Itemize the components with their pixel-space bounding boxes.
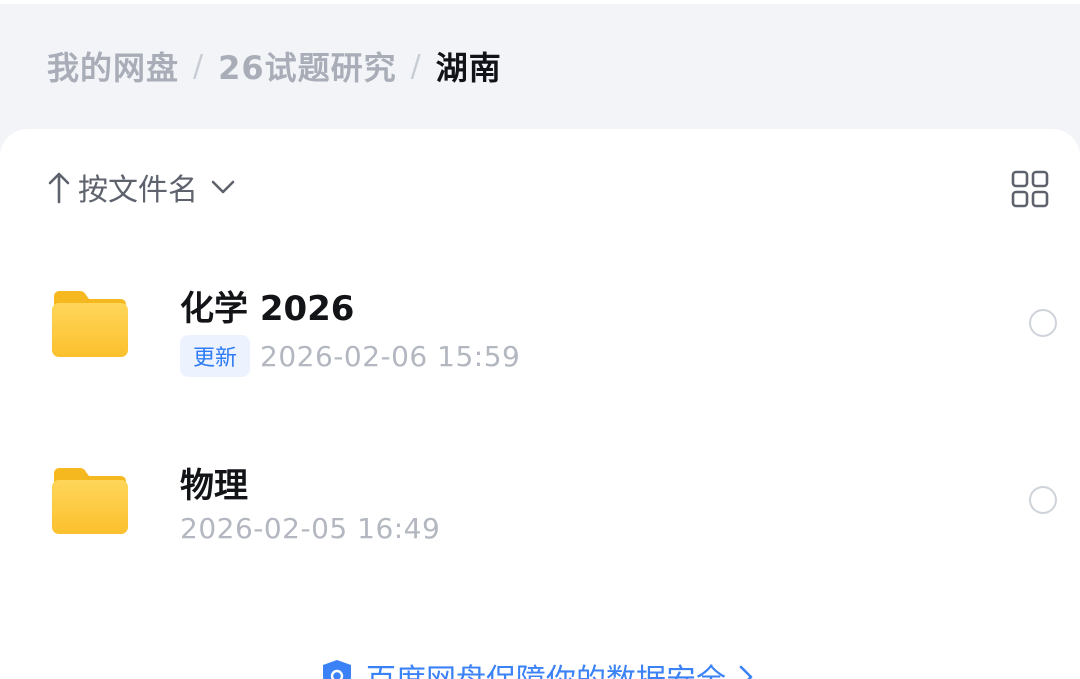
modified-timestamp: 2026-02-05 16:49 — [180, 512, 441, 545]
breadcrumb-current: 湖南 — [435, 49, 502, 87]
sort-dropdown[interactable]: 按文件名 — [46, 165, 236, 209]
chevron-down-icon — [211, 180, 235, 194]
file-row-physics[interactable]: 物理 2026-02-05 16:49 — [0, 446, 1080, 596]
file-meta: 更新 2026-02-06 15:59 — [180, 335, 520, 377]
data-security-link[interactable]: 百度网盘保障你的数据安全 — [320, 655, 756, 679]
breadcrumb-item-my-drive[interactable]: 我的网盘 — [47, 43, 179, 89]
file-meta: 2026-02-05 16:49 — [180, 512, 440, 545]
folder-icon — [52, 291, 128, 357]
sort-ascending-arrow-icon — [48, 172, 70, 204]
chevron-right-icon — [739, 665, 753, 679]
file-browser-page: 我的网盘 / 26试题研究 / 湖南 按文件名 化学 2026 更新 2026-… — [0, 0, 1080, 679]
select-radio-button[interactable] — [1029, 486, 1057, 514]
breadcrumb-item-exam-research[interactable]: 26试题研究 — [218, 43, 397, 89]
select-radio-button[interactable] — [1029, 309, 1057, 337]
folder-icon — [52, 468, 128, 534]
breadcrumb-separator: / — [193, 48, 205, 84]
grid-view-icon[interactable] — [1010, 169, 1050, 209]
sort-label: 按文件名 — [78, 173, 198, 208]
updated-badge: 更新 — [180, 335, 251, 377]
breadcrumb: 我的网盘 / 26试题研究 / 湖南 — [47, 44, 502, 88]
shield-icon — [323, 660, 351, 679]
breadcrumb-separator: / — [410, 48, 422, 84]
security-label: 百度网盘保障你的数据安全 — [366, 655, 726, 679]
top-strip — [0, 0, 1080, 4]
modified-timestamp: 2026-02-06 15:59 — [260, 339, 521, 373]
file-list-panel: 按文件名 化学 2026 更新 2026-02-06 15:59 物理 2026… — [0, 129, 1080, 679]
folder-name: 化学 2026 — [180, 289, 355, 329]
folder-name: 物理 — [180, 466, 248, 506]
file-row-chemistry[interactable]: 化学 2026 更新 2026-02-06 15:59 — [0, 269, 1080, 419]
